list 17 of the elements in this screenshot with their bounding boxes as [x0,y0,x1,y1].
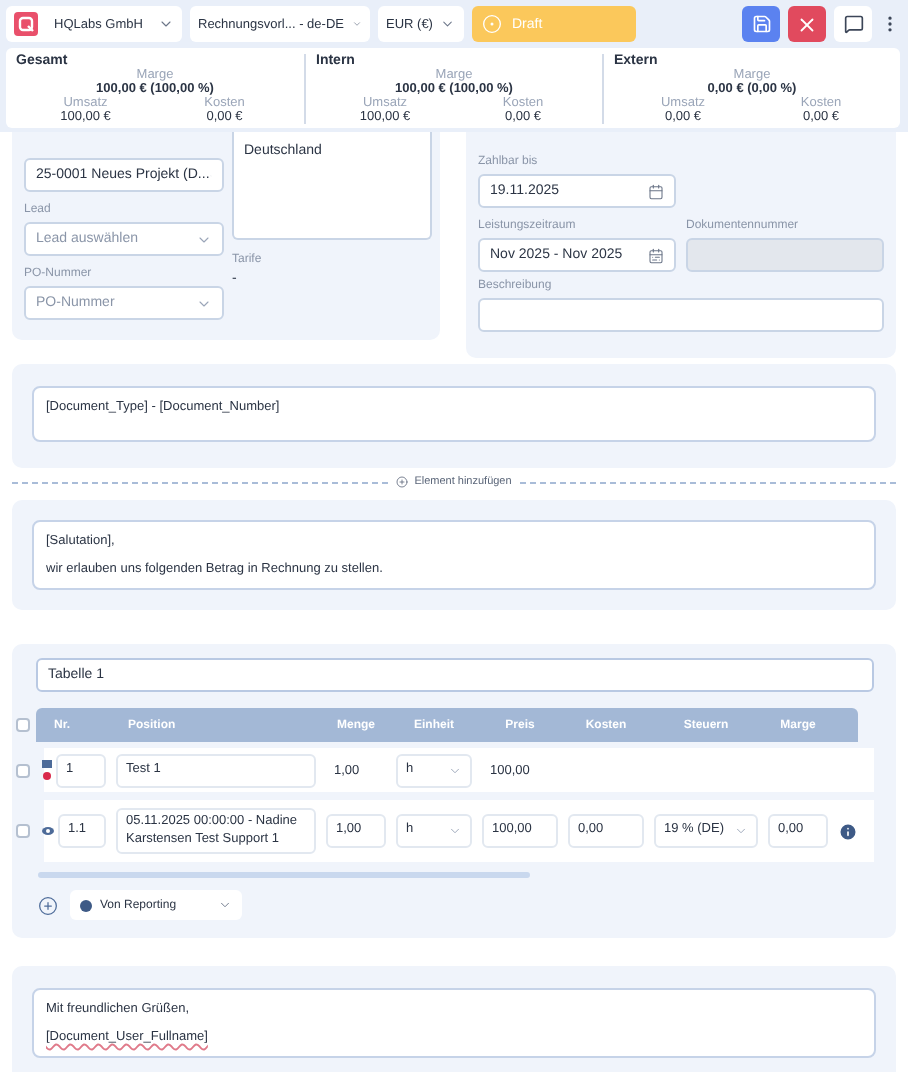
close-icon [796,13,818,35]
checkbox[interactable] [16,763,30,777]
description-field[interactable] [478,298,884,332]
calendar-icon [648,247,664,263]
save-button[interactable] [742,6,780,42]
logo-icon [14,12,38,36]
calendar-icon [648,183,664,199]
save-icon [751,14,771,34]
add-icon[interactable] [38,895,58,915]
checkbox[interactable] [16,824,30,838]
status-icon [482,14,502,34]
scrollbar[interactable] [38,872,530,878]
info-icon[interactable] [838,821,858,841]
comment-icon [843,14,863,34]
checkbox[interactable] [16,718,30,732]
comment-button[interactable] [834,6,872,42]
plus-icon [396,476,409,488]
